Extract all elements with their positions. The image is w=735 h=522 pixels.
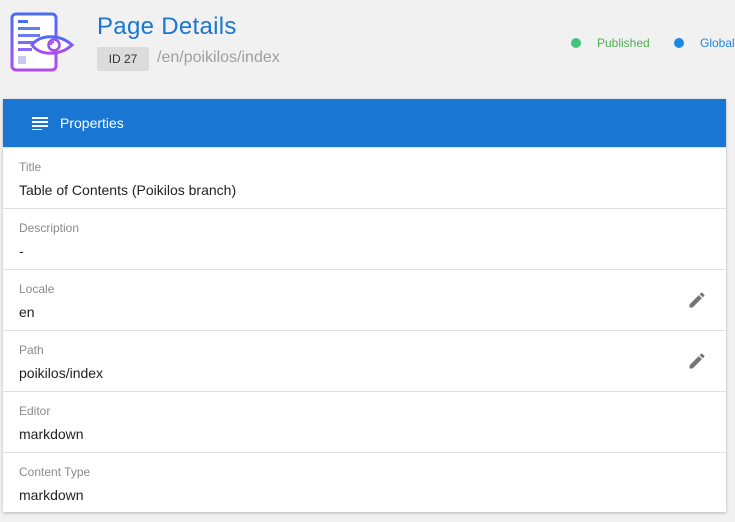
property-row-path: Path poikilos/index — [3, 330, 726, 391]
property-label: Description — [19, 221, 80, 235]
properties-card-header: Properties — [3, 99, 726, 147]
edit-path-pencil-icon[interactable] — [687, 351, 707, 371]
property-row-title: Title Table of Contents (Poikilos branch… — [3, 147, 726, 208]
property-row-description: Description - — [3, 208, 726, 269]
property-row-locale: Locale en — [3, 269, 726, 330]
page-id-chip: ID 27 — [97, 47, 149, 71]
page-header: Page Details ID 27 /en/poikilos/index Pu… — [0, 0, 735, 99]
property-row-content-type: Content Type markdown — [3, 452, 726, 513]
property-value: poikilos/index — [19, 365, 104, 381]
status-dot-icon — [571, 38, 581, 48]
property-label: Title — [19, 160, 42, 174]
status-published-label: Published — [597, 36, 650, 50]
property-label: Content Type — [19, 465, 91, 479]
property-label: Path — [19, 343, 44, 357]
status-global-label: Global — [700, 36, 735, 50]
property-label: Editor — [19, 404, 51, 418]
page-path: /en/poikilos/index — [157, 49, 280, 66]
edit-locale-pencil-icon[interactable] — [687, 290, 707, 310]
page-title: Page Details — [97, 13, 237, 40]
page-preview-icon — [10, 12, 75, 72]
property-value: en — [19, 304, 35, 320]
properties-card-title: Properties — [60, 115, 124, 131]
property-value: markdown — [19, 487, 84, 503]
properties-card: Properties Title Table of Contents (Poik… — [3, 99, 726, 512]
property-label: Locale — [19, 282, 55, 296]
property-value: - — [19, 243, 24, 259]
status-published: Published — [571, 36, 650, 50]
property-row-editor: Editor markdown — [3, 391, 726, 452]
status-global: Global — [674, 36, 735, 50]
property-value: markdown — [19, 426, 84, 442]
menu-icon — [32, 116, 48, 130]
property-value: Table of Contents (Poikilos branch) — [19, 182, 237, 198]
status-dot-icon — [674, 38, 684, 48]
